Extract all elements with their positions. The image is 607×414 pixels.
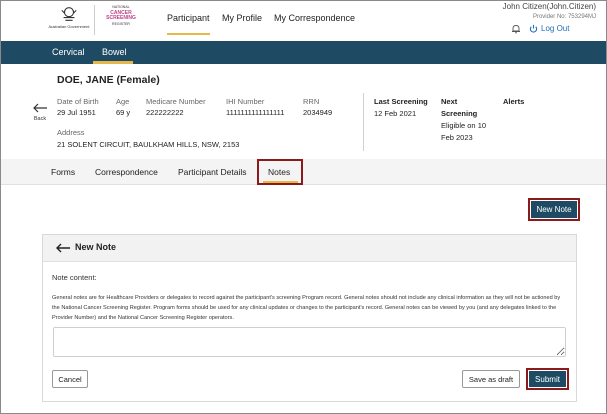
back-arrow-icon: [33, 103, 47, 113]
new-note-button[interactable]: New Note: [531, 201, 577, 218]
rrn-value: 2034949: [303, 108, 333, 117]
dob-value: 29 Jul 1951: [57, 108, 96, 117]
tab-cervical[interactable]: Cervical: [52, 47, 85, 57]
note-content-label: Note content:: [52, 273, 97, 282]
last-screening-label: Last Screening: [374, 97, 428, 106]
address-label: Address: [57, 128, 85, 137]
back-button[interactable]: Back: [30, 100, 50, 122]
coat-of-arms-icon: [61, 7, 77, 21]
medicare-label: Medicare Number: [146, 97, 206, 106]
tab-participant-details[interactable]: Participant Details: [178, 167, 247, 177]
ihi-value: 1111111111111111: [226, 108, 285, 117]
back-label: Back: [33, 116, 47, 122]
active-tab-indicator: [93, 61, 133, 64]
new-note-panel: New Note Note content: General notes are…: [42, 234, 577, 402]
save-as-draft-button[interactable]: Save as draft: [462, 370, 520, 388]
tab-correspondence[interactable]: Correspondence: [95, 167, 158, 177]
top-header: Australian Government NATIONAL CANCER SC…: [1, 1, 606, 41]
submit-button[interactable]: Submit: [529, 371, 566, 387]
notification-bell-icon[interactable]: [511, 24, 521, 34]
panel-header: New Note: [43, 235, 576, 262]
logout-link[interactable]: Log Out: [529, 24, 569, 33]
nav-my-correspondence[interactable]: My Correspondence: [274, 13, 355, 23]
age-value: 69 y: [116, 108, 131, 117]
note-description: General notes are for Healthcare Provide…: [52, 295, 561, 321]
dob-label: Date of Birth: [57, 97, 99, 106]
program-tab-bar: Cervical Bowel: [1, 41, 606, 64]
medicare-value: 222222222: [146, 108, 184, 117]
new-note-button-highlight: New Note: [528, 198, 580, 221]
age-label: Age: [116, 97, 130, 106]
australian-government-logo: Australian Government: [47, 5, 91, 35]
participant-name: DOE, JANE (Female): [57, 74, 160, 86]
user-name: John Citizen(John.Citizen): [502, 2, 596, 11]
gov-text: Australian Government: [48, 24, 90, 29]
rrn-label: RRN: [303, 97, 320, 106]
nav-my-profile[interactable]: My Profile: [222, 13, 262, 23]
tab-bowel[interactable]: Bowel: [102, 47, 127, 57]
nav-participant[interactable]: Participant: [167, 13, 210, 35]
notes-tab-indicator: [263, 181, 298, 183]
next-screening-label-line1: Next: [441, 97, 458, 106]
summary-divider: [363, 93, 364, 151]
panel-title: New Note: [75, 242, 117, 252]
submit-button-highlight: Submit: [526, 368, 569, 390]
ncsr-logo: NATIONAL CANCER SCREENING REGISTER: [106, 5, 136, 26]
participant-tab-bar: Forms Correspondence Participant Details…: [1, 159, 606, 185]
logout-label: Log Out: [541, 24, 570, 33]
note-content-textarea[interactable]: [53, 327, 566, 357]
ihi-label: IHI Number: [226, 97, 265, 106]
next-screening-value-line1: Eligible on 10: [441, 121, 487, 130]
logo-divider: [94, 5, 95, 35]
alerts-label: Alerts: [503, 97, 525, 106]
provider-number: Provider No: 753294MJ: [532, 14, 596, 20]
back-arrow-icon[interactable]: [55, 243, 71, 253]
next-screening-value-line2: Feb 2023: [441, 133, 473, 142]
cancel-button[interactable]: Cancel: [52, 370, 88, 388]
next-screening-label-line2: Screening: [441, 109, 478, 118]
last-screening-value: 12 Feb 2021: [374, 109, 417, 118]
logout-icon: [529, 24, 538, 33]
tab-forms[interactable]: Forms: [51, 167, 75, 177]
address-value: 21 SOLENT CIRCUIT, BAULKHAM HILLS, NSW, …: [57, 140, 240, 149]
